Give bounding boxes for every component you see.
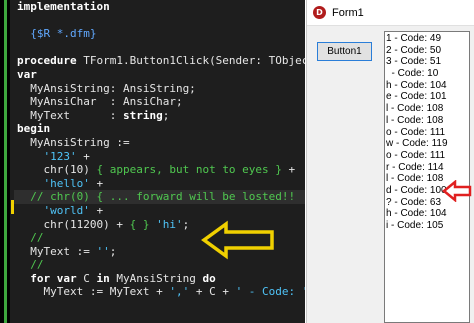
code-token: + <box>76 149 90 163</box>
code-line[interactable] <box>14 41 305 55</box>
code-line[interactable]: '123' + <box>14 150 305 164</box>
code-line[interactable]: MyAnsiString := <box>14 136 305 150</box>
list-item[interactable]: e - Code: 101 <box>386 91 469 103</box>
code-token: MyText := <box>17 244 97 258</box>
code-token: // chr(0) { ... forward will be losted!! <box>30 190 296 204</box>
list-item[interactable]: h - Code: 104 <box>386 80 469 92</box>
red-arrow-icon <box>442 180 472 202</box>
code-token: 'world' <box>43 203 90 217</box>
code-token: in <box>96 271 117 285</box>
list-item[interactable]: i - Code: 105 <box>386 220 469 232</box>
code-line[interactable]: 'world' + <box>14 204 305 218</box>
button1[interactable]: Button1 <box>317 42 372 61</box>
code-token: do <box>202 271 216 285</box>
code-token: '123' <box>43 149 77 163</box>
list-item[interactable]: l - Code: 108 <box>386 103 469 115</box>
code-token: // <box>30 231 44 245</box>
list-item[interactable]: 1 - Code: 49 <box>386 33 469 45</box>
code-line[interactable]: {$R *.dfm} <box>14 27 305 41</box>
code-token: { appears, but not to eyes } <box>96 163 282 177</box>
code-token: // <box>30 258 44 272</box>
code-token: begin <box>17 122 51 136</box>
list-item[interactable]: 2 - Code: 50 <box>386 45 469 57</box>
list-box[interactable]: 1 - Code: 49 2 - Code: 50 3 - Code: 51 - C… <box>384 31 470 323</box>
code-token: ; <box>162 108 170 122</box>
window-title: Form1 <box>332 6 364 19</box>
code-token: ; <box>182 217 190 231</box>
form-window: D Form1 Button1 1 - Code: 49 2 - Code: 50… <box>306 0 474 323</box>
code-token: 'hello' <box>43 176 90 190</box>
code-token: {$R *.dfm} <box>30 27 97 41</box>
list-item[interactable]: o - Code: 111 <box>386 150 469 162</box>
code-line[interactable]: MyText : string; <box>14 109 305 123</box>
code-line[interactable]: implementation <box>14 0 305 14</box>
editor-gutter <box>0 0 10 323</box>
code-token: var <box>17 67 37 81</box>
code-token: '' <box>96 244 110 258</box>
code-token: C <box>83 271 97 285</box>
code-token: + <box>281 163 296 177</box>
code-token: ',' <box>169 285 190 299</box>
code-token: chr(11200) + <box>17 217 130 231</box>
title-bar[interactable]: D Form1 <box>307 0 474 26</box>
list-item[interactable]: w - Code: 119 <box>386 138 469 150</box>
code-token: + <box>89 176 104 190</box>
code-token: + <box>89 203 104 217</box>
code-token: MyAnsiString <box>116 271 203 285</box>
code-token: ' - Code: ' <box>235 285 305 299</box>
app-icon: D <box>313 6 326 19</box>
code-line[interactable]: // chr(0) { ... forward will be losted!! <box>14 190 305 204</box>
list-item[interactable]: 3 - Code: 51 <box>386 56 469 68</box>
yellow-arrow-icon <box>201 220 274 260</box>
code-line[interactable]: for var C in MyAnsiString do <box>14 272 305 286</box>
code-token: MyAnsiString: AnsiString; <box>17 81 196 95</box>
code-token: string <box>122 108 163 122</box>
code-line[interactable] <box>14 14 305 28</box>
code-line[interactable]: MyAnsiChar : AnsiChar; <box>14 95 305 109</box>
code-token: MyAnsiChar : AnsiChar; <box>17 95 183 109</box>
code-token: for var <box>30 271 84 285</box>
code-token: MyText := MyText + <box>17 285 170 299</box>
code-line[interactable]: var <box>14 68 305 82</box>
code-line[interactable]: procedure TForm1.Button1Click(Sender: TO… <box>14 54 305 68</box>
list-item[interactable]: h - Code: 104 <box>386 208 469 220</box>
code-line[interactable]: 'hello' + <box>14 177 305 191</box>
code-line[interactable]: begin <box>14 122 305 136</box>
code-token: MyAnsiString := <box>17 135 130 149</box>
code-token: TForm1.Button1Click(Sender: TObject); <box>83 54 305 68</box>
code-token: chr(10) <box>17 163 97 177</box>
code-token: + C + <box>189 285 236 299</box>
code-line[interactable]: MyAnsiString: AnsiString; <box>14 82 305 96</box>
code-token: ; <box>109 244 117 258</box>
code-token: procedure <box>17 54 84 68</box>
list-item[interactable]: o - Code: 111 <box>386 127 469 139</box>
code-line[interactable]: chr(10) { appears, but not to eyes } + <box>14 163 305 177</box>
list-item[interactable]: - Code: 10 <box>386 68 469 80</box>
modified-lines-bar <box>4 0 7 323</box>
code-line[interactable]: // <box>14 258 305 272</box>
code-line[interactable]: MyText := MyText + ',' + C + ' - Code: ' <box>14 285 305 299</box>
code-token: { } <box>129 217 150 231</box>
list-item[interactable]: r - Code: 114 <box>386 162 469 174</box>
code-token: implementation <box>17 0 110 13</box>
code-token: 'hi' <box>156 217 183 231</box>
code-token: MyText : <box>17 108 123 122</box>
list-item[interactable]: l - Code: 108 <box>386 115 469 127</box>
code-editor[interactable]: implementation {$R *.dfm} procedure TFor… <box>0 0 305 323</box>
